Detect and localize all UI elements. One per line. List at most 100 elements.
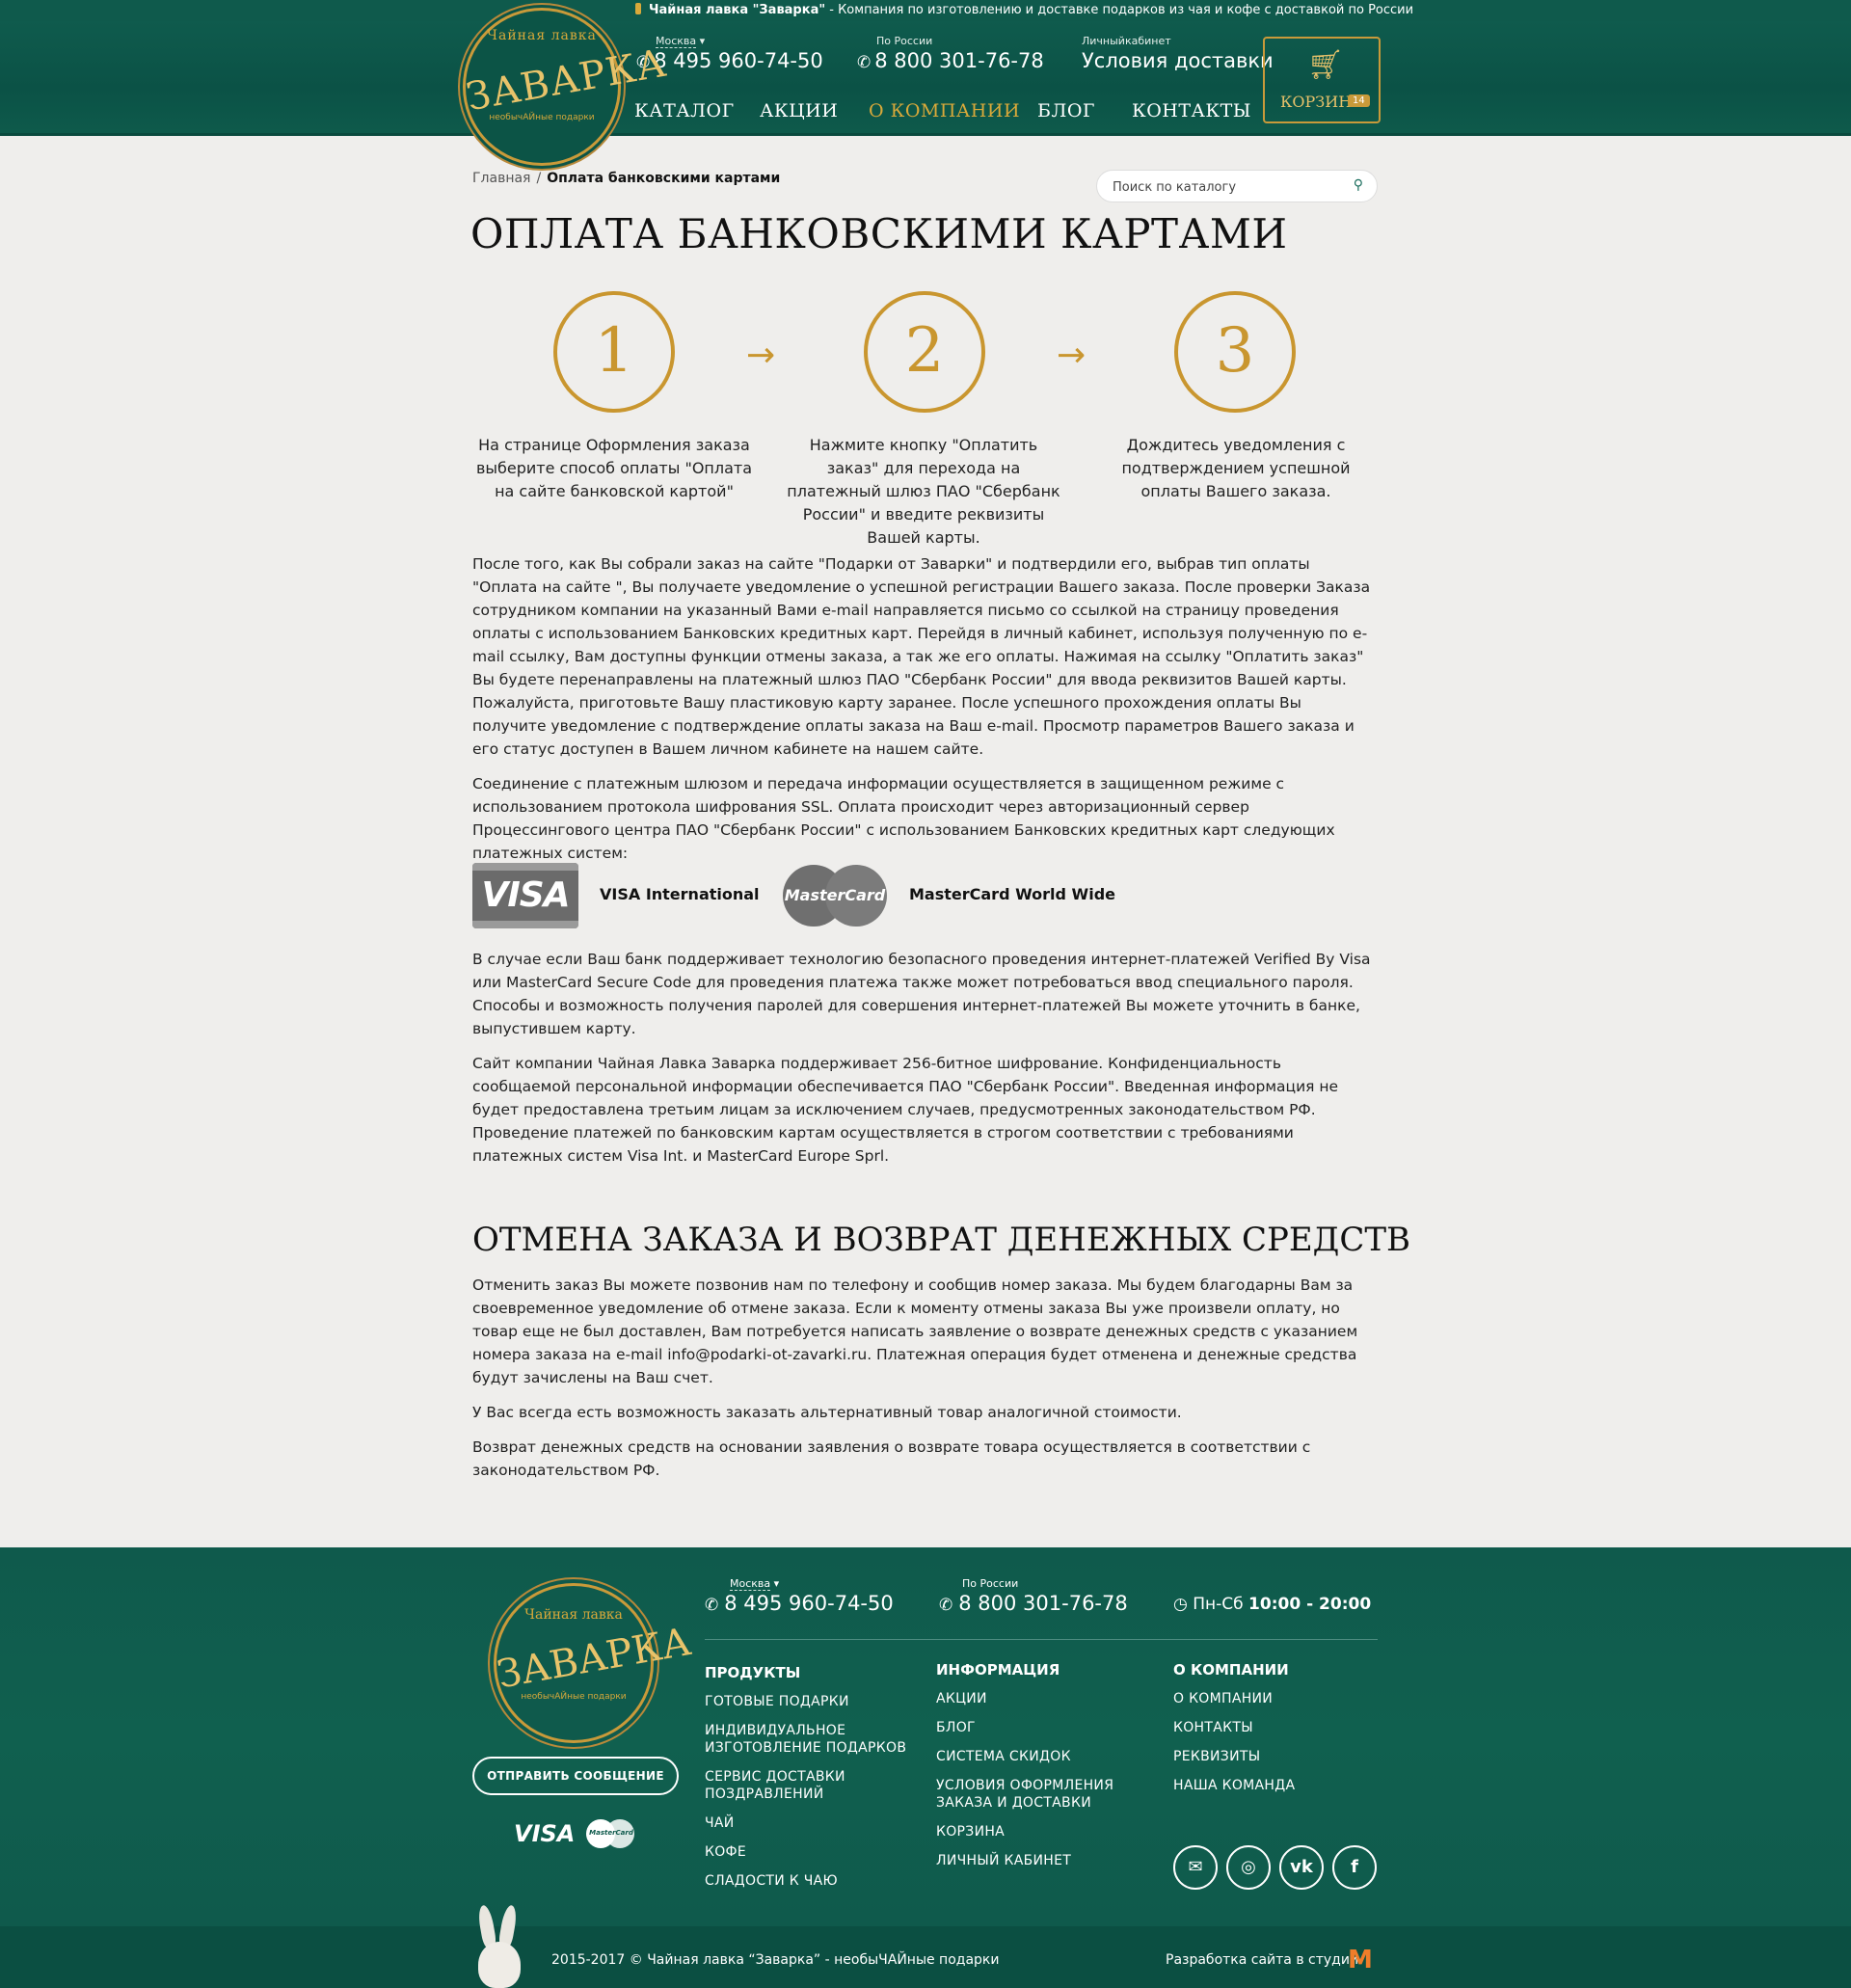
payment-paragraph-4: Сайт компании Чайная Лавка Заварка подде… bbox=[472, 1055, 1339, 1165]
step-2-text: Нажмите кнопку "Оплатить заказ" для пере… bbox=[787, 436, 1060, 547]
cart-button[interactable]: 🛒︎ КОРЗИНА 14 bbox=[1263, 37, 1381, 123]
footer-russia-phone[interactable]: 8 800 301-76-78 bbox=[958, 1592, 1127, 1615]
footer-link[interactable]: О КОМПАНИИ bbox=[1173, 1690, 1366, 1707]
search-input[interactable] bbox=[1113, 176, 1344, 198]
russia-label: По России bbox=[876, 35, 933, 47]
footer-link[interactable]: ИНДИВИДУАЛЬНОЕ ИЗГОТОВЛЕНИЕ ПОДАРКОВ bbox=[705, 1722, 917, 1757]
footer-link[interactable]: БЛОГ bbox=[936, 1719, 1129, 1736]
step-2-circle: 2 bbox=[864, 291, 985, 413]
footer-link[interactable]: ЧАЙ bbox=[705, 1814, 917, 1832]
footer-moscow-phone[interactable]: 8 495 960-74-50 bbox=[724, 1592, 893, 1615]
footer-col-info: ИНФОРМАЦИЯ АКЦИИ БЛОГ СИСТЕМА СКИДОК УСЛ… bbox=[936, 1661, 1129, 1881]
refund-paragraph-3: Возврат денежных средств на основании за… bbox=[472, 1438, 1311, 1479]
footer-link[interactable]: ЛИЧНЫЙ КАБИНЕТ bbox=[936, 1852, 1129, 1869]
site-footer bbox=[0, 1547, 1851, 1926]
visa-logo: VISA bbox=[472, 863, 578, 928]
bunny-mascot bbox=[472, 1904, 528, 1988]
nav-catalog[interactable]: КАТАЛОГ bbox=[634, 100, 735, 121]
clock-icon: ◷ bbox=[1173, 1595, 1188, 1614]
footer-link[interactable]: ГОТОВЫЕ ПОДАРКИ bbox=[705, 1693, 917, 1710]
instagram-icon[interactable]: ◎ bbox=[1226, 1845, 1271, 1890]
step-1-text: На странице Оформления заказа выберите с… bbox=[475, 436, 753, 500]
payment-paragraph-1: После того, как Вы собрали заказ на сайт… bbox=[472, 555, 1371, 758]
copyright-text: 2015-2017 © Чайная лавка “Заварка” - нео… bbox=[551, 1952, 1000, 1968]
header-russia-phone[interactable]: 8 800 301-76-78 bbox=[874, 49, 1043, 72]
top-info-bar: Чайная лавка "Заварка" - Компания по изг… bbox=[0, 0, 1851, 21]
phone-icon: ✆ bbox=[857, 53, 872, 72]
visa-label: VISA International bbox=[600, 885, 760, 903]
breadcrumb: Главная / Оплата банковскими картами bbox=[472, 171, 780, 186]
vk-icon[interactable]: vk bbox=[1279, 1845, 1324, 1890]
footer-moscow-phone-block: Москва ▾ ✆ 8 495 960-74-50 bbox=[705, 1577, 894, 1615]
footer-col-products: ПРОДУКТЫ ГОТОВЫЕ ПОДАРКИ ИНДИВИДУАЛЬНОЕ … bbox=[705, 1664, 917, 1901]
refund-paragraph-2: У Вас всегда есть возможность заказать а… bbox=[472, 1404, 1182, 1421]
tea-icon bbox=[635, 3, 641, 14]
logo-arc-text: Чайная лавка bbox=[524, 1607, 623, 1623]
nav-blog[interactable]: БЛОГ bbox=[1037, 100, 1095, 121]
working-hours: ◷ Пн-Сб 10:00 - 20:00 bbox=[1173, 1595, 1371, 1614]
header-moscow-phone[interactable]: 8 495 960-74-50 bbox=[654, 49, 822, 72]
footer-russia-label: По России bbox=[962, 1577, 1019, 1590]
arrow-right-icon: → bbox=[1057, 336, 1086, 375]
header-account-block: Личныйкабинет Условия доставки bbox=[1082, 35, 1274, 72]
payment-paragraph-2: Соединение с платежным шлюзом и передача… bbox=[472, 775, 1335, 862]
footer-link[interactable]: КОРЗИНА bbox=[936, 1823, 1129, 1840]
nav-promotions[interactable]: АКЦИИ bbox=[760, 100, 838, 121]
step-3-circle: 3 bbox=[1174, 291, 1296, 413]
breadcrumb-separator: / bbox=[536, 171, 542, 186]
footer-col-company: О КОМПАНИИ О КОМПАНИИ КОНТАКТЫ РЕКВИЗИТЫ… bbox=[1173, 1661, 1366, 1806]
footer-col-heading: ПРОДУКТЫ bbox=[705, 1664, 801, 1681]
cart-icon: 🛒︎ bbox=[1307, 48, 1345, 82]
footer-link[interactable]: КОНТАКТЫ bbox=[1173, 1719, 1366, 1736]
hours-time: 10:00 - 20:00 bbox=[1248, 1595, 1372, 1614]
logo-arc-text: Чайная лавка bbox=[487, 28, 597, 43]
breadcrumb-home[interactable]: Главная bbox=[472, 171, 530, 186]
mastercard-label: MasterCard World Wide bbox=[909, 885, 1115, 903]
footer-link[interactable]: СЕРВИС ДОСТАВКИ ПОЗДРАВЛЕНИЙ bbox=[705, 1768, 917, 1803]
footer-link[interactable]: СИСТЕМА СКИДОК bbox=[936, 1748, 1129, 1765]
account-link[interactable]: Личныйкабинет bbox=[1082, 35, 1274, 47]
footer-city-selector[interactable]: Москва bbox=[730, 1577, 771, 1591]
refund-paragraph-1: Отменить заказ Вы можете позвонив нам по… bbox=[472, 1276, 1358, 1386]
topline-text: - Компания по изготовлению и доставке по… bbox=[825, 3, 1414, 17]
refund-section-title: ОТМЕНА ЗАКАЗА И ВОЗВРАТ ДЕНЕЖНЫХ СРЕДСТВ bbox=[472, 1221, 1411, 1259]
logo-name: ЗАВАРКА bbox=[494, 1619, 695, 1698]
search-icon[interactable]: ⚲ bbox=[1354, 177, 1363, 193]
topline-brand: Чайная лавка "Заварка" bbox=[649, 3, 826, 17]
page-title: ОПЛАТА БАНКОВСКИМИ КАРТАМИ bbox=[470, 210, 1288, 257]
footer-logo[interactable]: Чайная лавка ЗАВАРКА необычАЙные подарки bbox=[494, 1583, 695, 1743]
cart-count-badge: 14 bbox=[1348, 94, 1370, 107]
catalog-search: ⚲ bbox=[1096, 170, 1378, 202]
developer-credit: Разработка сайта в студии bbox=[1166, 1952, 1359, 1968]
facebook-icon[interactable]: f bbox=[1332, 1845, 1377, 1890]
arrow-right-icon: → bbox=[746, 336, 776, 375]
studio-logo-icon[interactable]: M bbox=[1348, 1946, 1373, 1975]
footer-link[interactable]: СЛАДОСТИ К ЧАЮ bbox=[705, 1872, 917, 1890]
payment-paragraph-3: В случае если Ваш банк поддерживает техн… bbox=[472, 951, 1371, 1037]
footer-link[interactable]: АКЦИИ bbox=[936, 1690, 1129, 1707]
logo-name: ЗАВАРКА bbox=[463, 40, 671, 121]
footer-col-heading: ИНФОРМАЦИЯ bbox=[936, 1661, 1060, 1679]
footer-russia-phone-block: По России ✆ 8 800 301-76-78 bbox=[939, 1577, 1128, 1615]
site-logo[interactable]: Чайная лавка ЗАВАРКА необычАЙные подарки bbox=[463, 8, 671, 166]
footer-divider bbox=[705, 1639, 1378, 1640]
send-message-button[interactable]: ОТПРАВИТЬ СООБЩЕНИЕ bbox=[472, 1757, 679, 1795]
delivery-link[interactable]: Условия доставки bbox=[1082, 49, 1274, 72]
footer-link[interactable]: РЕКВИЗИТЫ bbox=[1173, 1748, 1366, 1765]
logo-tagline: необычАЙные подарки bbox=[521, 1692, 627, 1702]
phone-icon: ✆ bbox=[705, 1596, 719, 1615]
logo-tagline: необычАЙные подарки bbox=[489, 113, 595, 122]
footer-mastercard-logo: MasterCard bbox=[586, 1819, 636, 1848]
footer-link[interactable]: НАША КОМАНДА bbox=[1173, 1777, 1366, 1794]
footer-visa-logo: VISA bbox=[514, 1820, 576, 1847]
chevron-down-icon[interactable]: ▾ bbox=[700, 35, 706, 47]
footer-link[interactable]: УСЛОВИЯ ОФОРМЛЕНИЯ ЗАКАЗА И ДОСТАВКИ bbox=[936, 1777, 1129, 1812]
chevron-down-icon[interactable]: ▾ bbox=[774, 1577, 780, 1590]
footer-col-heading: О КОМПАНИИ bbox=[1173, 1661, 1289, 1679]
footer-link[interactable]: КОФЕ bbox=[705, 1843, 917, 1861]
hours-days: Пн-Сб bbox=[1193, 1595, 1249, 1614]
nav-about[interactable]: О КОМПАНИИ bbox=[869, 100, 1020, 121]
nav-contacts[interactable]: КОНТАКТЫ bbox=[1132, 100, 1251, 121]
mastercard-logo: MasterCard bbox=[783, 865, 887, 927]
mail-icon[interactable]: ✉ bbox=[1173, 1845, 1218, 1890]
